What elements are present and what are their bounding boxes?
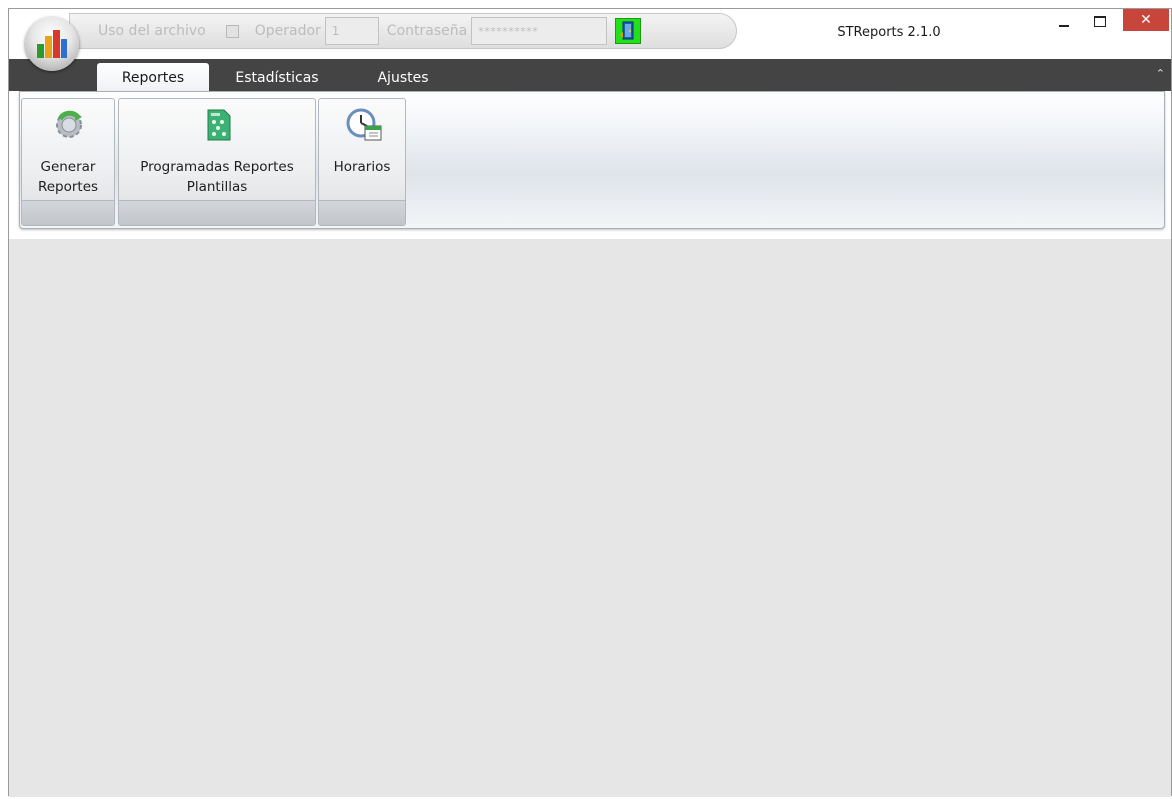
close-button[interactable]: ✕ [1123,9,1169,31]
collapse-ribbon-icon[interactable]: ⌃ [1156,67,1165,80]
operator-label: Operador [254,23,321,39]
maximize-icon [1094,15,1106,27]
group-footer [22,200,114,225]
file-usage-label: Uso del archivo [98,23,206,39]
password-input[interactable]: ********** [471,17,608,45]
clock-calendar-icon [345,107,383,147]
ribbon-tab-bar: Reportes Estadísticas Ajustes [9,59,1171,93]
main-workspace [9,239,1171,797]
gear-refresh-icon [51,107,87,147]
quick-access-toolbar: Uso del archivo Operador 1 Contraseña **… [69,13,737,49]
app-window: Uso del archivo Operador 1 Contraseña **… [8,8,1172,797]
generate-reports-button[interactable]: Generar Reportes [21,98,115,226]
group-footer [119,200,315,225]
ribbon-panel: Generar Reportes Programadas Reportes Pl… [19,91,1165,229]
scheduled-report-templates-label: Programadas Reportes Plantillas [140,159,294,195]
password-label: Contraseña [386,23,468,39]
operator-input[interactable]: 1 [324,17,379,45]
tab-ajustes[interactable]: Ajustes [363,65,443,91]
chart-logo-icon [37,30,67,58]
file-usage-checkbox[interactable] [225,24,239,38]
generate-reports-label: Generar Reportes [37,159,99,195]
schedules-button[interactable]: Horarios [318,98,406,226]
template-document-icon [201,107,235,147]
tab-estadisticas[interactable]: Estadísticas [217,65,337,91]
exit-door-icon[interactable] [615,18,642,44]
group-footer [319,200,405,225]
minimize-icon [1059,25,1069,27]
app-title: STReports 2.1.0 [837,25,941,40]
minimize-button[interactable] [1049,9,1079,33]
scheduled-report-templates-button[interactable]: Programadas Reportes Plantillas [118,98,316,226]
app-menu-orb[interactable] [25,17,79,71]
schedules-label: Horarios [333,159,391,175]
tab-reportes[interactable]: Reportes [97,63,209,93]
title-bar: Uso del archivo Operador 1 Contraseña **… [9,9,1171,71]
maximize-button[interactable] [1085,9,1115,33]
close-icon: ✕ [1140,12,1152,28]
